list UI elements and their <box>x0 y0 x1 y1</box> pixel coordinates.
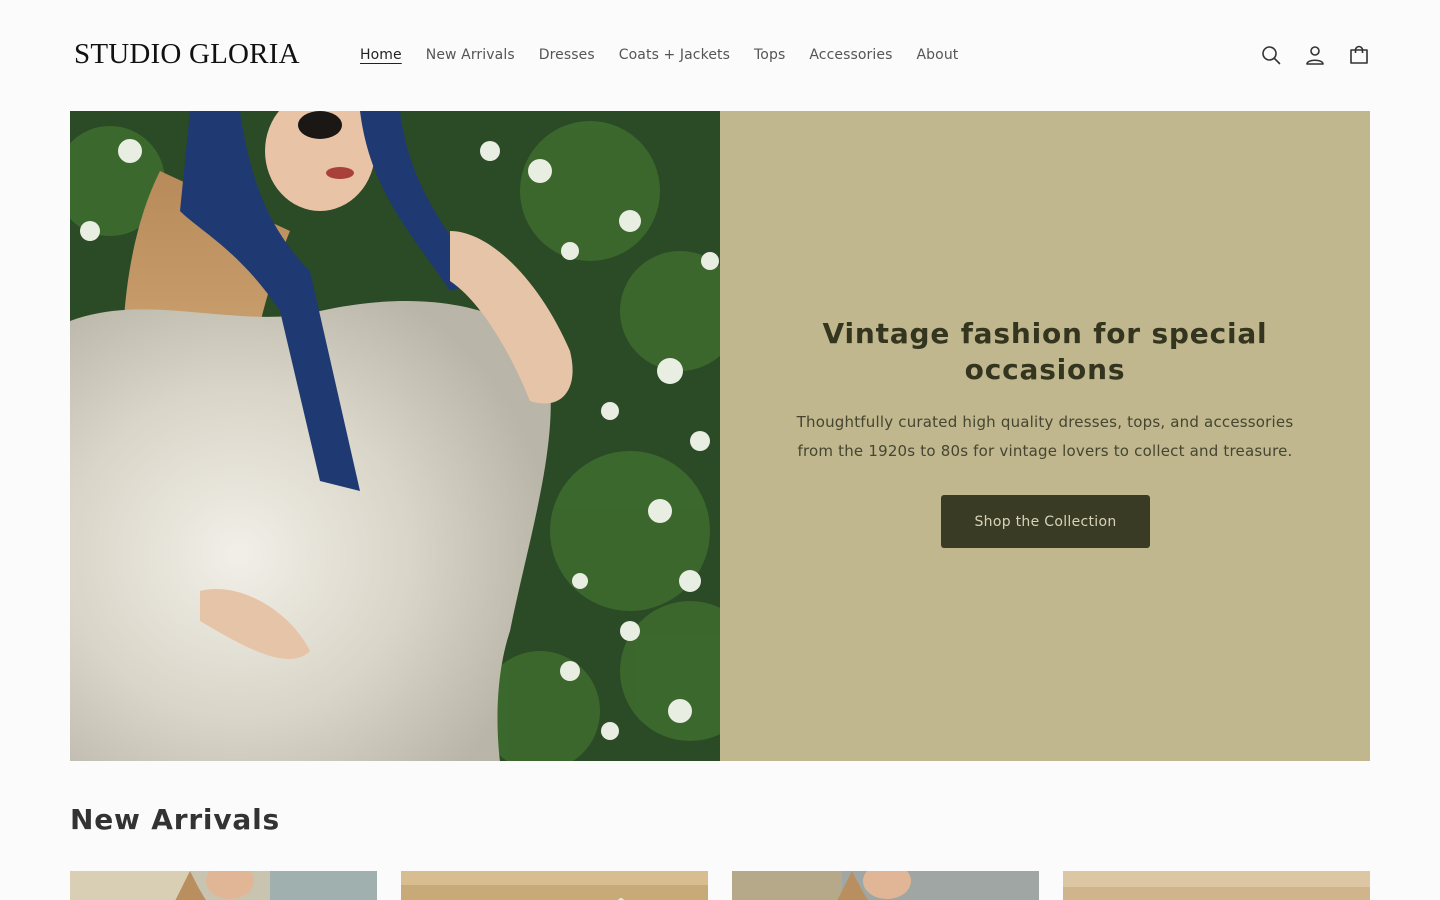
nav-dresses[interactable]: Dresses <box>539 47 595 63</box>
hero-title: Vintage fashion for special occasions <box>822 317 1268 386</box>
brand-logo[interactable]: STUDIO GLORIA <box>74 38 300 71</box>
hero-content-panel: Vintage fashion for special occasions Th… <box>720 111 1370 761</box>
header-icons <box>1260 44 1370 66</box>
product-image <box>401 871 708 900</box>
product-card[interactable] <box>1063 871 1370 900</box>
hero-photo <box>70 111 720 761</box>
product-card[interactable] <box>401 871 708 900</box>
product-image <box>732 871 1039 900</box>
search-icon[interactable] <box>1260 44 1282 66</box>
product-grid <box>70 871 1370 900</box>
product-card[interactable] <box>70 871 377 900</box>
nav-accessories[interactable]: Accessories <box>809 47 892 63</box>
main-nav: Home New Arrivals Dresses Coats + Jacket… <box>360 45 958 65</box>
nav-tops[interactable]: Tops <box>754 47 785 63</box>
hero-description: Thoughtfully curated high quality dresse… <box>796 413 1294 460</box>
cart-icon[interactable] <box>1348 44 1370 66</box>
nav-home[interactable]: Home <box>360 47 402 63</box>
account-icon[interactable] <box>1304 44 1326 66</box>
product-image <box>1063 871 1370 900</box>
nav-new-arrivals[interactable]: New Arrivals <box>426 47 515 63</box>
nav-coats-jackets[interactable]: Coats + Jackets <box>619 47 730 63</box>
site-header: STUDIO GLORIA Home New Arrivals Dresses … <box>0 0 1440 111</box>
nav-about[interactable]: About <box>917 47 959 63</box>
product-card[interactable] <box>732 871 1039 900</box>
shop-collection-button[interactable]: Shop the Collection <box>941 495 1150 548</box>
new-arrivals-heading: New Arrivals <box>70 803 280 836</box>
hero-banner: Vintage fashion for special occasions Th… <box>70 111 1370 761</box>
product-image <box>70 871 377 900</box>
